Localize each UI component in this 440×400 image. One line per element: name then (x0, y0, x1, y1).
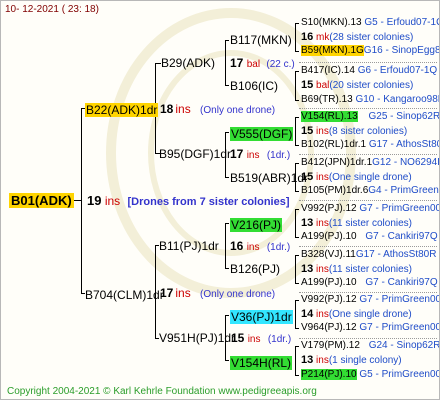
date-stamp: 10- 12-2021 ( 23: 18) (5, 4, 99, 15)
gen3-queen[interactable]: V555(DGF) (230, 125, 294, 143)
connector (295, 23, 296, 52)
gen1-queen-name: B704(CLM)1dr (85, 288, 164, 302)
gen3-queen[interactable]: V216(PJ) (230, 216, 283, 234)
connector (295, 163, 299, 164)
gen4-row[interactable]: V964(PJ).12 G7 - PrimGreen00 (301, 322, 439, 333)
connector (225, 40, 229, 41)
copyright-footer: Copyright 2004-2021 © Karl Kehrle Founda… (7, 386, 317, 397)
gen2-queen-b11[interactable]: B11(PJ)1dr (159, 239, 219, 253)
connector (73, 200, 81, 201)
gen2-queen-b29[interactable]: B29(ADK) (161, 56, 215, 70)
root-drone-note: [Drones from 7 sister colonies] (127, 196, 290, 208)
connector (295, 346, 299, 347)
row-separator (299, 62, 437, 63)
gen1-queen-name: B22(ADK)1dr (85, 103, 159, 117)
gen4-row[interactable]: B412(JPN)1dr.1G12 - NO6294R (301, 157, 439, 168)
gen3-queen[interactable]: B117(MKN) (230, 33, 292, 47)
connector (225, 268, 229, 269)
connector (295, 117, 296, 146)
row-separator (299, 154, 437, 155)
gen4-sire-row: 13 ins(11 sister colonies) (301, 217, 413, 229)
connector (295, 23, 299, 24)
gen4-row[interactable]: B59(MKN).1GG16 - SinopEgg86R (301, 45, 439, 56)
connector (295, 209, 299, 210)
gen4-row[interactable]: V992(PJ).12 G7 - PrimGreen00 (301, 294, 439, 305)
connector (295, 100, 299, 101)
gen2-sire-info: 15 ins (1dr.) (231, 331, 292, 345)
gen4-sire-row: 15 bal(20 sister colonies) (301, 79, 414, 91)
connector (295, 191, 299, 192)
connector (225, 40, 226, 86)
row-separator (299, 246, 437, 247)
connector (295, 328, 299, 329)
row-separator (299, 292, 437, 293)
gen2-sire-info: 17 bal (22 c.) (230, 56, 295, 70)
gen4-row[interactable]: V179(PM).12 G24 - Sinop62R (301, 340, 439, 351)
gen4-sire-row: 13 ins(11 sister colonies) (301, 263, 413, 275)
gen3-queen[interactable]: V36(PJ)1dr (230, 308, 293, 326)
row-separator (299, 338, 437, 339)
connector (295, 237, 299, 238)
gen4-sire-row: 15 ins(One single drone) (301, 171, 412, 183)
row-separator (299, 108, 437, 109)
connector (225, 177, 229, 178)
row-separator (299, 200, 437, 201)
connector (295, 117, 299, 118)
connector (295, 300, 296, 329)
connector (295, 375, 299, 376)
gen4-sire-row: 15 ins(8 sister colonies) (301, 125, 408, 137)
gen2-queen-v951h[interactable]: V951H(PJ)1dr (159, 331, 235, 345)
connector (295, 255, 299, 256)
connector (295, 209, 296, 238)
connector (295, 71, 296, 101)
connector (225, 85, 229, 86)
gen2-sire-info: 16 ins (1dr.) (230, 239, 291, 253)
connector (81, 108, 82, 294)
gen4-row[interactable]: B105(PM)1dr.6G4 - PrimGreen00 (301, 185, 439, 196)
connector (295, 255, 296, 284)
gen1-sire-info: 17 ins (Only one drone) (160, 286, 276, 300)
gen1-queen-b22[interactable]: B22(ADK)1dr (85, 101, 159, 119)
connector (225, 223, 226, 269)
connector (225, 315, 229, 316)
root-queen-name: B01(ADK) (9, 193, 74, 208)
gen4-row[interactable]: A199(PJ).10 G7 - Cankiri97Q (301, 277, 438, 288)
connector (295, 51, 299, 52)
gen4-sire-row: 16 mk(28 sister colonies) (301, 31, 414, 43)
gen1-queen-b704[interactable]: B704(CLM)1dr (85, 286, 164, 304)
connector (225, 360, 229, 361)
pedigree-frame: 10- 12-2021 ( 23: 18) B01(ADK) 19 ins [D… (0, 0, 440, 400)
gen4-row[interactable]: B328(VJ).11G17 - AthosSt80R (301, 249, 436, 260)
gen2-sire-info: 17 ins (1dr.) (230, 147, 291, 161)
gen4-row[interactable]: S10(MKN).13 G5 - Erfoud07-1Q (301, 17, 439, 28)
gen4-row[interactable]: B102(RL)1dr.1 G17 - AthosSt80R (301, 139, 439, 150)
connector (295, 346, 296, 375)
root-sire-info: 19 ins [Drones from 7 sister colonies] (87, 193, 290, 208)
gen4-row[interactable]: V154(RL).13 G25 - Sinop62R (301, 111, 439, 122)
gen4-sire-row: 13 ins(1 single colony) (301, 354, 402, 366)
connector (295, 300, 299, 301)
gen4-sire-row: 14 ins(One single drone) (301, 308, 412, 320)
gen2-queen-b95[interactable]: B95(DGF)1dr (159, 147, 231, 161)
gen3-queen[interactable]: B519(ABR)1dr (230, 171, 308, 185)
gen4-row[interactable]: B69(TR).13 G10 - Kangaroo98R (301, 94, 439, 105)
root-queen[interactable]: B01(ADK) (9, 192, 74, 210)
gen4-row[interactable]: V992(PJ).12 G7 - PrimGreen00 (301, 203, 439, 214)
connector (295, 145, 299, 146)
gen4-row[interactable]: A199(PJ).10 G7 - Cankiri97Q (301, 231, 438, 242)
connector (225, 223, 229, 224)
gen3-queen[interactable]: B106(IC) (230, 79, 278, 93)
gen3-queen[interactable]: B126(PJ) (230, 262, 280, 276)
connector (295, 71, 299, 72)
gen3-queen[interactable]: V154H(RL) (230, 354, 293, 372)
gen4-row[interactable]: B417(IC).14 G6 - Erfoud07-1Q (301, 65, 437, 76)
connector (295, 283, 299, 284)
gen1-sire-info: 18 ins (Only one drone) (160, 102, 276, 116)
connector (225, 132, 229, 133)
gen4-row[interactable]: P214(PJ).10 G5 - PrimGreen00 (301, 369, 439, 380)
